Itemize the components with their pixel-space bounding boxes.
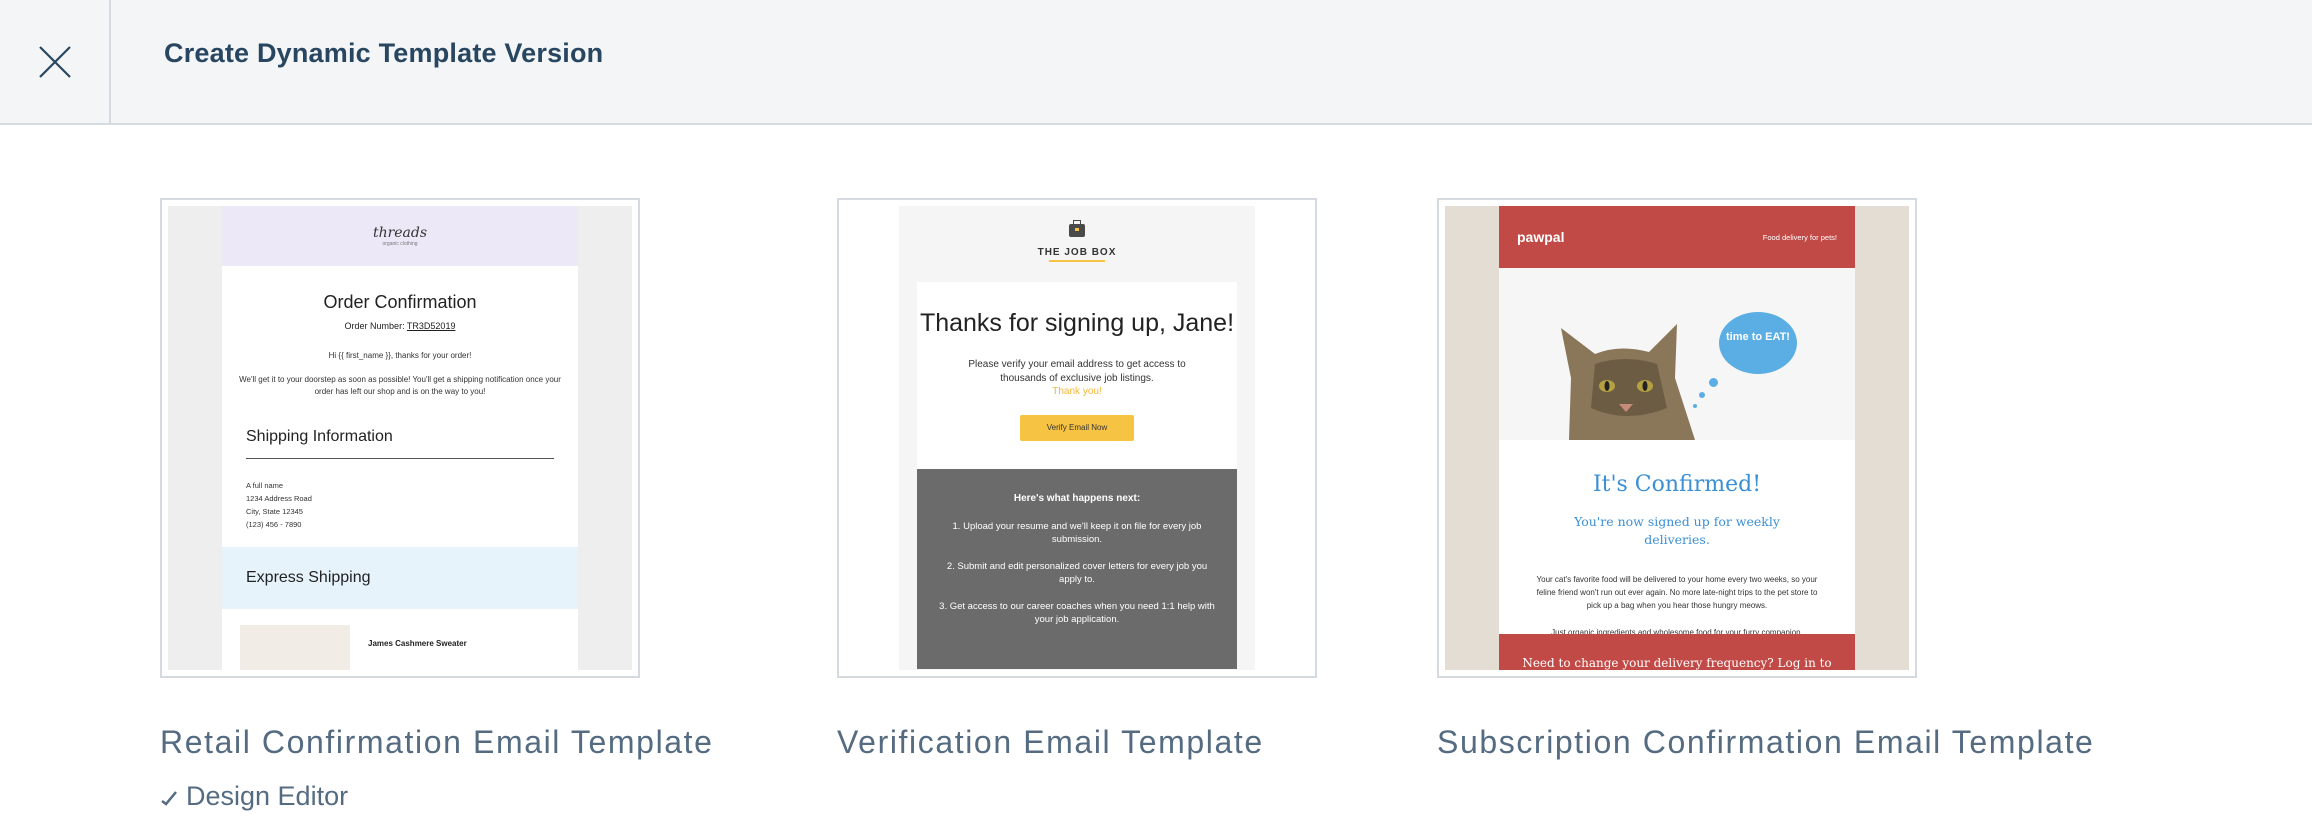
close-button[interactable]	[0, 0, 111, 123]
verification-cta: Verify Email Now	[1020, 415, 1134, 441]
subscription-body: Your cat's favorite food will be deliver…	[1536, 575, 1818, 610]
template-thumbnail[interactable]: threads organic clothing Order Confirmat…	[160, 198, 640, 678]
verification-preview: THE JOB BOX Thanks for signing up, Jane!…	[899, 206, 1255, 670]
retail-shipping-heading: Shipping Information	[246, 428, 554, 459]
retail-address: A full name 1234 Address Road City, Stat…	[246, 481, 312, 529]
verification-next-steps: Here's what happens next: 1. Upload your…	[917, 469, 1237, 669]
retail-heading: Order Confirmation	[323, 292, 477, 312]
verification-heading: Thanks for signing up, Jane!	[919, 309, 1235, 337]
template-card-subscription[interactable]: pawpal Food delivery for pets! time to E…	[1437, 198, 2093, 761]
page-title: Create Dynamic Template Version	[164, 38, 604, 68]
template-title[interactable]: Subscription Confirmation Email Template	[1437, 724, 2093, 761]
check-icon	[161, 790, 177, 806]
retail-greeting: Hi {{ first_name }}, thanks for your ord…	[328, 351, 472, 360]
retail-item: James Cashmere Sweater	[222, 625, 578, 670]
subscription-preview: pawpal Food delivery for pets! time to E…	[1499, 206, 1855, 670]
editor-type: Design Editor	[160, 781, 640, 812]
template-thumbnail[interactable]: pawpal Food delivery for pets! time to E…	[1437, 198, 1917, 678]
retail-item-image	[240, 625, 350, 670]
subscription-logo: pawpal	[1517, 229, 1565, 245]
verification-thanks: Thank you!	[1052, 386, 1102, 397]
retail-order-number: Order Number: TR3D52019	[344, 321, 456, 331]
retail-message: We'll get it to your doorstep as soon as…	[239, 375, 561, 396]
template-title[interactable]: Verification Email Template	[837, 724, 1317, 761]
template-title[interactable]: Retail Confirmation Email Template	[160, 724, 712, 761]
retail-express-shipping: Express Shipping	[222, 547, 578, 609]
verification-message: Please verify your email address to get …	[968, 359, 1186, 384]
subscription-footer: Need to change your delivery frequency? …	[1499, 634, 1855, 670]
template-thumbnail[interactable]: THE JOB BOX Thanks for signing up, Jane!…	[837, 198, 1317, 678]
page-header: Create Dynamic Template Version	[0, 0, 2312, 125]
retail-logo-sub: organic clothing	[382, 241, 418, 247]
cat-image: time to EAT!	[1499, 268, 1855, 440]
verification-brand: THE JOB BOX	[1037, 247, 1117, 258]
template-card-retail[interactable]: threads organic clothing Order Confirmat…	[160, 198, 712, 812]
retail-item-name: James Cashmere Sweater	[368, 639, 467, 648]
speech-bubble: time to EAT!	[1719, 312, 1797, 374]
retail-logo: threads	[372, 225, 428, 241]
subscription-heading: It's Confirmed!	[1592, 472, 1762, 497]
briefcase-icon	[1069, 220, 1085, 237]
subscription-subheading: You're now signed up for weekly deliveri…	[1574, 514, 1780, 547]
retail-preview: threads organic clothing Order Confirmat…	[222, 206, 578, 670]
editor-type-label: Design Editor	[186, 781, 349, 811]
template-card-verification[interactable]: THE JOB BOX Thanks for signing up, Jane!…	[837, 198, 1317, 761]
subscription-tagline: Food delivery for pets!	[1762, 232, 1837, 242]
close-icon	[38, 45, 71, 78]
